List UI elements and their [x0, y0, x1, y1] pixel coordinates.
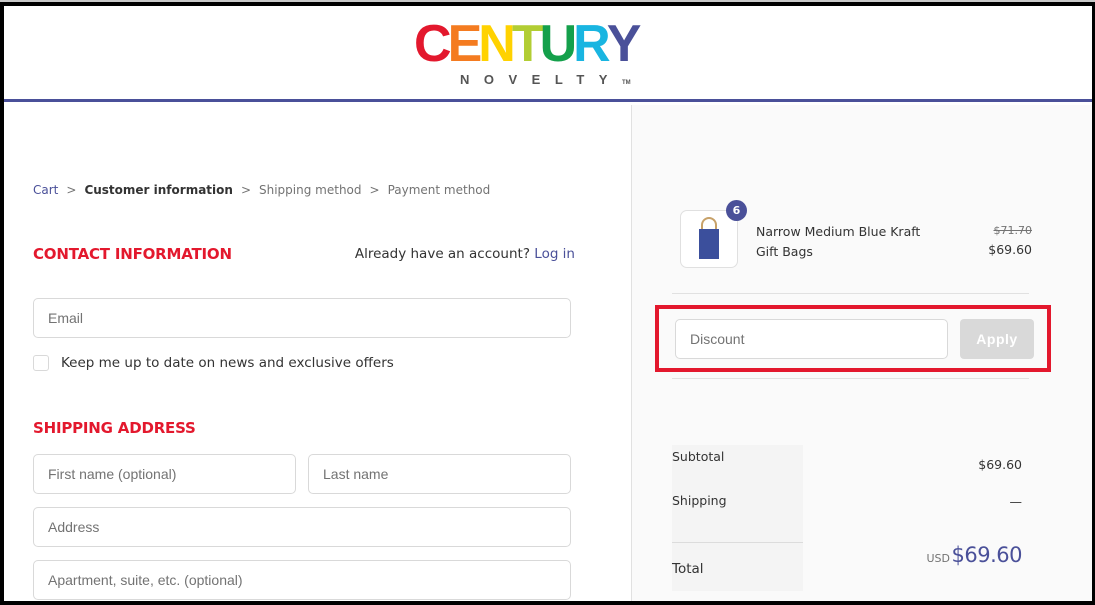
apply-discount-button[interactable]: Apply	[960, 319, 1034, 359]
logo-letter: Y	[606, 15, 642, 73]
chevron-right-icon: >	[66, 183, 77, 197]
divider	[672, 378, 1029, 379]
quantity-badge: 6	[726, 200, 747, 221]
first-name-field[interactable]	[33, 454, 296, 494]
cart-line-item: 6 Narrow Medium Blue Kraft Gift Bags $71…	[680, 200, 1033, 270]
breadcrumb-customer-information: Customer information	[84, 183, 233, 197]
total-value: $69.60	[951, 543, 1023, 567]
breadcrumb: Cart > Customer information > Shipping metho…	[33, 183, 490, 197]
logo-letter: U	[539, 15, 578, 73]
breadcrumb-shipping-method: Shipping method	[259, 183, 362, 197]
checkout-form: Cart > Customer information > Shipping metho…	[4, 105, 631, 601]
chevron-right-icon: >	[240, 183, 251, 197]
address-input[interactable]	[48, 508, 556, 546]
email-input[interactable]	[48, 299, 556, 337]
divider	[672, 293, 1029, 294]
discount-field[interactable]	[675, 319, 948, 359]
logo-letter: R	[573, 15, 611, 73]
account-prompt-text: Already have an account?	[354, 246, 530, 262]
logo-letter: C	[414, 15, 452, 73]
shipping-label: Shipping	[672, 493, 727, 508]
subtotal-value: $69.60	[978, 457, 1022, 472]
subtotal-label: Subtotal	[672, 449, 725, 464]
breadcrumb-cart[interactable]: Cart	[33, 183, 58, 197]
logo-subtitle-text: NOVELTY	[460, 72, 622, 87]
email-field[interactable]	[33, 298, 571, 338]
login-link[interactable]: Log in	[534, 246, 575, 262]
header: CENTURY NOVELTYTM	[4, 6, 1092, 102]
currency-code: USD	[926, 552, 950, 565]
trademark-mark: TM	[621, 80, 631, 86]
total-label: Total	[672, 561, 704, 577]
logo-letter: E	[447, 15, 483, 73]
newsletter-option[interactable]: Keep me up to date on news and exclusive…	[33, 355, 394, 371]
first-name-input[interactable]	[48, 455, 281, 493]
discount-input[interactable]	[690, 320, 933, 358]
breadcrumb-payment-method: Payment method	[387, 183, 491, 197]
account-prompt: Already have an account? Log in	[355, 246, 575, 262]
apartment-input[interactable]	[48, 561, 556, 599]
totals-divider	[672, 542, 803, 543]
newsletter-label[interactable]: Keep me up to date on news and exclusive…	[61, 355, 394, 371]
gift-bag-image	[699, 229, 719, 259]
last-name-field[interactable]	[308, 454, 571, 494]
logo-wordmark: CENTURY	[414, 15, 642, 73]
newsletter-checkbox[interactable]	[33, 355, 49, 371]
chevron-right-icon: >	[369, 183, 380, 197]
apartment-field[interactable]	[33, 560, 571, 600]
shipping-value: —	[1009, 494, 1023, 509]
logo-letter: N	[478, 15, 516, 73]
original-price: $71.70	[993, 224, 1033, 237]
contact-information-title: CONTACT INFORMATION	[33, 245, 232, 263]
last-name-input[interactable]	[323, 455, 556, 493]
checkout-page: CENTURY NOVELTYTM Cart > Customer informat…	[0, 2, 1095, 605]
product-price: $69.60	[988, 242, 1032, 257]
century-novelty-logo[interactable]: CENTURY NOVELTYTM	[414, 16, 654, 96]
logo-subtitle: NOVELTYTM	[460, 72, 631, 87]
logo-letter: T	[511, 15, 544, 73]
order-summary: 6 Narrow Medium Blue Kraft Gift Bags $71…	[631, 105, 1092, 601]
address-field[interactable]	[33, 507, 571, 547]
shipping-address-title: SHIPPING ADDRESS	[33, 419, 196, 437]
product-name: Narrow Medium Blue Kraft Gift Bags	[756, 224, 921, 259]
